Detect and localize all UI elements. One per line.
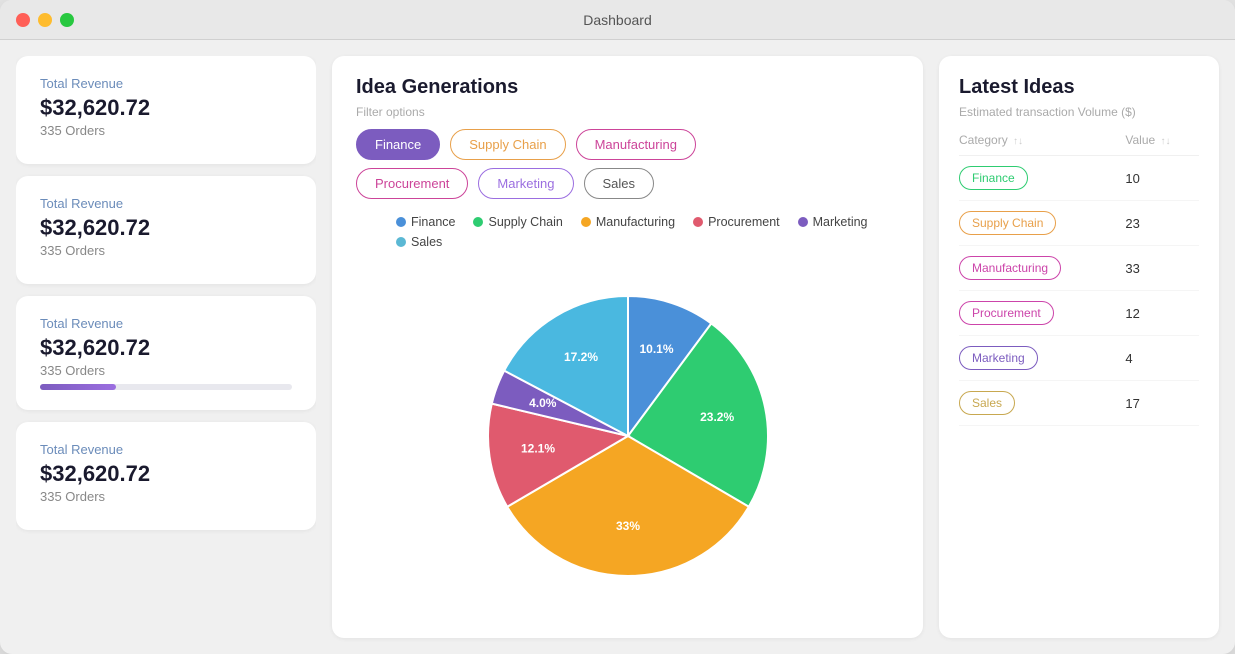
legend-item-procurement: Procurement <box>693 215 780 229</box>
pie-label-2: 33% <box>615 519 639 533</box>
stat-card-3: Total Revenue $32,620.72 335 Orders <box>16 422 316 530</box>
stat-value-2: $32,620.72 <box>40 335 292 361</box>
right-panel-subtitle: Estimated transaction Volume ($) <box>959 105 1199 119</box>
table-header: Category ↑↓ Value ↑↓ <box>959 133 1199 156</box>
chart-area: 10.1% 23.2% 33% 12.1% 4.0% 17.2% <box>356 253 899 618</box>
content-area: Total Revenue $32,620.72 335 Orders Tota… <box>0 40 1235 654</box>
cell-category-4: Marketing <box>959 336 1125 381</box>
stat-orders-3: 335 Orders <box>40 489 292 504</box>
stat-orders-2: 335 Orders <box>40 363 292 378</box>
window-title: Dashboard <box>583 12 652 28</box>
maximize-button[interactable] <box>60 13 74 27</box>
table-row-5: Sales 17 <box>959 381 1199 426</box>
legend-item-manufacturing: Manufacturing <box>581 215 675 229</box>
legend-dot-2 <box>581 217 591 227</box>
cell-value-2: 33 <box>1125 246 1199 291</box>
pie-label-0: 10.1% <box>639 341 673 355</box>
cell-value-0: 10 <box>1125 156 1199 201</box>
badge-4: Marketing <box>959 346 1038 370</box>
pie-svg: 10.1% 23.2% 33% 12.1% 4.0% 17.2% <box>468 276 788 596</box>
minimize-button[interactable] <box>38 13 52 27</box>
table-row-1: Supply Chain 23 <box>959 201 1199 246</box>
close-button[interactable] <box>16 13 30 27</box>
pie-label-4: 4.0% <box>529 396 557 410</box>
legend-dot-3 <box>693 217 703 227</box>
legend-dot-1 <box>473 217 483 227</box>
legend-label-2: Manufacturing <box>596 215 675 229</box>
stat-label-2: Total Revenue <box>40 316 292 331</box>
cell-category-3: Procurement <box>959 291 1125 336</box>
cell-value-1: 23 <box>1125 201 1199 246</box>
stat-label-3: Total Revenue <box>40 442 292 457</box>
legend-dot-4 <box>798 217 808 227</box>
ideas-table: Category ↑↓ Value ↑↓ Finance 10 Supply C… <box>959 133 1199 426</box>
table-row-0: Finance 10 <box>959 156 1199 201</box>
cell-category-1: Supply Chain <box>959 201 1125 246</box>
app-window: Dashboard Total Revenue $32,620.72 335 O… <box>0 0 1235 654</box>
table-row-3: Procurement 12 <box>959 291 1199 336</box>
stat-value-0: $32,620.72 <box>40 95 292 121</box>
legend-item-marketing: Marketing <box>798 215 868 229</box>
col-category: Category ↑↓ <box>959 133 1125 156</box>
pie-chart: 10.1% 23.2% 33% 12.1% 4.0% 17.2% <box>468 276 788 596</box>
pie-label-3: 12.1% <box>520 441 554 455</box>
badge-5: Sales <box>959 391 1015 415</box>
badge-0: Finance <box>959 166 1028 190</box>
right-panel: Latest Ideas Estimated transaction Volum… <box>939 56 1219 638</box>
stat-card-1: Total Revenue $32,620.72 335 Orders <box>16 176 316 284</box>
cell-category-5: Sales <box>959 381 1125 426</box>
titlebar: Dashboard <box>0 0 1235 40</box>
progress-bar-2 <box>40 384 292 390</box>
badge-3: Procurement <box>959 301 1054 325</box>
table-row-2: Manufacturing 33 <box>959 246 1199 291</box>
filter-btn-supply-chain[interactable]: Supply Chain <box>450 129 565 160</box>
stat-card-2: Total Revenue $32,620.72 335 Orders <box>16 296 316 410</box>
progress-fill-2 <box>40 384 116 390</box>
cell-category-0: Finance <box>959 156 1125 201</box>
stat-value-3: $32,620.72 <box>40 461 292 487</box>
badge-1: Supply Chain <box>959 211 1056 235</box>
legend-label-1: Supply Chain <box>488 215 562 229</box>
sidebar: Total Revenue $32,620.72 335 Orders Tota… <box>16 56 316 638</box>
legend-label-3: Procurement <box>708 215 780 229</box>
pie-label-5: 17.2% <box>564 350 598 364</box>
pie-label-1: 23.2% <box>700 409 734 423</box>
main-panel-title: Idea Generations <box>356 76 899 99</box>
cell-value-4: 4 <box>1125 336 1199 381</box>
stat-card-0: Total Revenue $32,620.72 335 Orders <box>16 56 316 164</box>
cell-category-2: Manufacturing <box>959 246 1125 291</box>
stat-value-1: $32,620.72 <box>40 215 292 241</box>
filter-row-2: Procurement Marketing Sales <box>356 168 899 199</box>
legend-item-supply-chain: Supply Chain <box>473 215 562 229</box>
stat-orders-1: 335 Orders <box>40 243 292 258</box>
filter-btn-finance[interactable]: Finance <box>356 129 440 160</box>
badge-2: Manufacturing <box>959 256 1061 280</box>
right-panel-title: Latest Ideas <box>959 76 1199 99</box>
cell-value-3: 12 <box>1125 291 1199 336</box>
filter-btn-procurement[interactable]: Procurement <box>356 168 468 199</box>
filter-btn-manufacturing[interactable]: Manufacturing <box>576 129 696 160</box>
stat-label-0: Total Revenue <box>40 76 292 91</box>
main-panel: Idea Generations Filter options Finance S… <box>332 56 923 638</box>
filter-row: Finance Supply Chain Manufacturing <box>356 129 899 160</box>
stat-orders-0: 335 Orders <box>40 123 292 138</box>
cell-value-5: 17 <box>1125 381 1199 426</box>
legend-label-4: Marketing <box>813 215 868 229</box>
legend-dot-5 <box>396 237 406 247</box>
filter-label: Filter options <box>356 105 899 119</box>
filter-btn-marketing[interactable]: Marketing <box>478 168 573 199</box>
legend-dot-0 <box>396 217 406 227</box>
col-value: Value ↑↓ <box>1125 133 1199 156</box>
legend-item-finance: Finance <box>396 215 455 229</box>
table-body: Finance 10 Supply Chain 23 Manufacturing… <box>959 156 1199 426</box>
chart-legend: Finance Supply Chain Manufacturing Procurem… <box>396 215 899 249</box>
table-row-4: Marketing 4 <box>959 336 1199 381</box>
legend-label-5: Sales <box>411 235 442 249</box>
traffic-lights <box>16 13 74 27</box>
stat-label-1: Total Revenue <box>40 196 292 211</box>
filter-btn-sales[interactable]: Sales <box>584 168 655 199</box>
legend-item-sales: Sales <box>396 235 442 249</box>
legend-label-0: Finance <box>411 215 455 229</box>
